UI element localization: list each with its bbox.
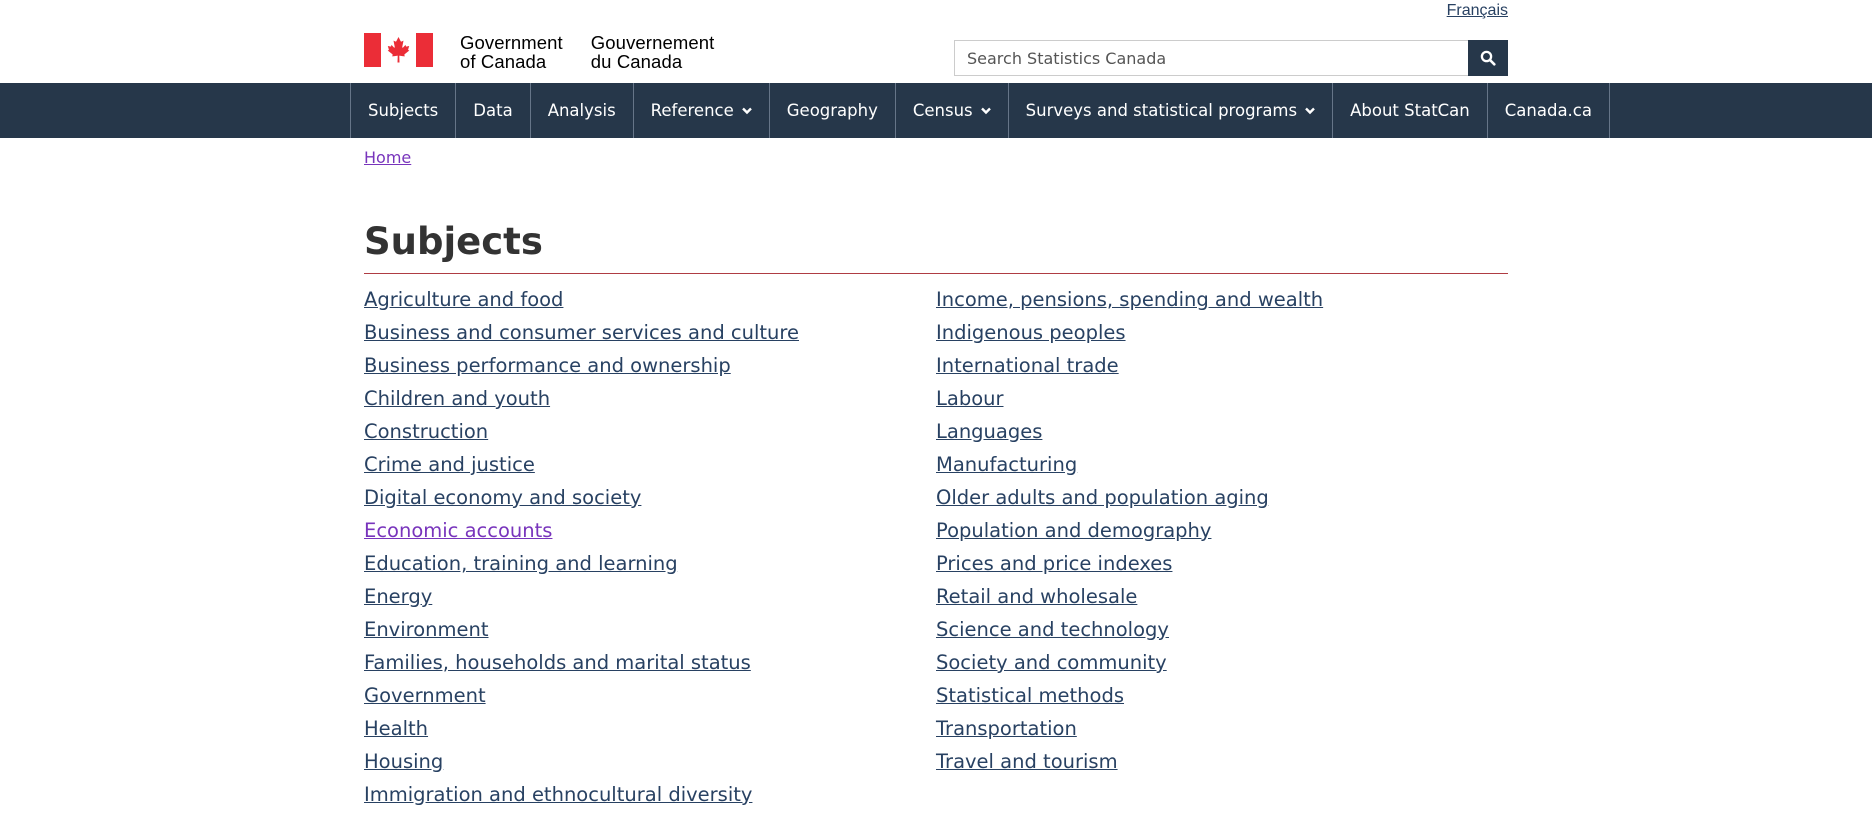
nav-item-geography[interactable]: Geography <box>768 83 895 138</box>
nav-item-reference[interactable]: Reference <box>632 83 769 138</box>
subject-link-education-training-and-learning[interactable]: Education, training and learning <box>364 547 936 580</box>
nav-item-label: About StatCan <box>1350 101 1470 120</box>
canada-flag-icon <box>364 33 433 67</box>
nav-item-analysis[interactable]: Analysis <box>529 83 633 138</box>
subject-link-business-and-consumer-services-and-culture[interactable]: Business and consumer services and cultu… <box>364 316 936 349</box>
search-form <box>954 40 1508 76</box>
breadcrumb-home-link[interactable]: Home <box>364 148 411 167</box>
subject-link-economic-accounts[interactable]: Economic accounts <box>364 514 936 547</box>
subject-link-immigration-and-ethnocultural-diversity[interactable]: Immigration and ethnocultural diversity <box>364 778 936 811</box>
subject-link-science-and-technology[interactable]: Science and technology <box>936 613 1508 646</box>
signature-en-line2: of Canada <box>460 51 547 72</box>
chevron-down-icon <box>980 107 991 115</box>
subjects-column-left: Agriculture and food Business and consume… <box>364 283 936 811</box>
nav-item-label: Canada.ca <box>1504 101 1592 120</box>
search-button[interactable] <box>1468 40 1508 76</box>
subject-link-environment[interactable]: Environment <box>364 613 936 646</box>
signature-french: Gouvernement du Canada <box>591 33 715 71</box>
subject-link-travel-and-tourism[interactable]: Travel and tourism <box>936 745 1508 778</box>
subject-link-government[interactable]: Government <box>364 679 936 712</box>
signature-english: Government of Canada <box>460 33 563 71</box>
signature-fr-line2: du Canada <box>590 51 683 72</box>
language-toggle-link[interactable]: Français <box>1447 2 1508 20</box>
subject-link-children-and-youth[interactable]: Children and youth <box>364 382 936 415</box>
subject-link-labour[interactable]: Labour <box>936 382 1508 415</box>
nav-item-label: Analysis <box>547 101 616 120</box>
main-content: Subjects Agriculture and food Business an… <box>364 182 1508 811</box>
search-input[interactable] <box>954 40 1468 76</box>
subject-link-international-trade[interactable]: International trade <box>936 349 1508 382</box>
subject-link-housing[interactable]: Housing <box>364 745 936 778</box>
subject-link-transportation[interactable]: Transportation <box>936 712 1508 745</box>
subject-link-older-adults-and-population-aging[interactable]: Older adults and population aging <box>936 481 1508 514</box>
subject-link-health[interactable]: Health <box>364 712 936 745</box>
signature-fr-line1: Gouvernement <box>590 32 715 53</box>
subject-link-indigenous-peoples[interactable]: Indigenous peoples <box>936 316 1508 349</box>
main-menu-items: Subjects Data Analysis Reference Geography Ce… <box>350 83 1610 138</box>
search-icon <box>1480 50 1496 66</box>
subject-link-prices-and-price-indexes[interactable]: Prices and price indexes <box>936 547 1508 580</box>
nav-item-data[interactable]: Data <box>455 83 529 138</box>
subject-link-construction[interactable]: Construction <box>364 415 936 448</box>
nav-item-label: Census <box>912 101 973 120</box>
subject-link-energy[interactable]: Energy <box>364 580 936 613</box>
subject-link-agriculture-and-food[interactable]: Agriculture and food <box>364 283 936 316</box>
subject-link-digital-economy-and-society[interactable]: Digital economy and society <box>364 481 936 514</box>
subject-link-crime-and-justice[interactable]: Crime and justice <box>364 448 936 481</box>
nav-item-about-statcan[interactable]: About StatCan <box>1332 83 1487 138</box>
nav-item-label: Geography <box>786 101 878 120</box>
chevron-down-icon <box>1305 107 1315 115</box>
nav-item-subjects[interactable]: Subjects <box>350 83 455 138</box>
nav-item-canada-ca[interactable]: Canada.ca <box>1486 83 1610 138</box>
nav-item-census[interactable]: Census <box>894 83 1008 138</box>
subject-link-retail-and-wholesale[interactable]: Retail and wholesale <box>936 580 1508 613</box>
subject-link-population-and-demography[interactable]: Population and demography <box>936 514 1508 547</box>
government-signature[interactable]: Government of Canada Gouvernement du Can… <box>364 33 714 71</box>
subject-link-business-performance-and-ownership[interactable]: Business performance and ownership <box>364 349 936 382</box>
main-menu: Subjects Data Analysis Reference Geography Ce… <box>0 83 1872 138</box>
nav-item-surveys-and-statistical-programs[interactable]: Surveys and statistical programs <box>1007 83 1332 138</box>
signature-en-line1: Government <box>460 32 563 53</box>
subjects-column-right: Income, pensions, spending and wealth Ind… <box>936 283 1508 811</box>
subject-link-income-pensions-spending-and-wealth[interactable]: Income, pensions, spending and wealth <box>936 283 1508 316</box>
subject-link-manufacturing[interactable]: Manufacturing <box>936 448 1508 481</box>
subject-link-families-households-and-marital-status[interactable]: Families, households and marital status <box>364 646 936 679</box>
subject-link-languages[interactable]: Languages <box>936 415 1508 448</box>
subject-link-society-and-community[interactable]: Society and community <box>936 646 1508 679</box>
site-header: Français Government of Canada Gouverneme… <box>0 0 1872 83</box>
subject-link-statistical-methods[interactable]: Statistical methods <box>936 679 1508 712</box>
subjects-list: Agriculture and food Business and consume… <box>364 283 1508 811</box>
nav-item-label: Reference <box>650 101 734 120</box>
nav-item-label: Subjects <box>368 101 439 120</box>
page-title: Subjects <box>364 182 1508 274</box>
breadcrumb: Home <box>364 138 1508 182</box>
nav-item-label: Surveys and statistical programs <box>1025 101 1298 120</box>
chevron-down-icon <box>741 107 752 115</box>
nav-item-label: Data <box>473 101 513 120</box>
